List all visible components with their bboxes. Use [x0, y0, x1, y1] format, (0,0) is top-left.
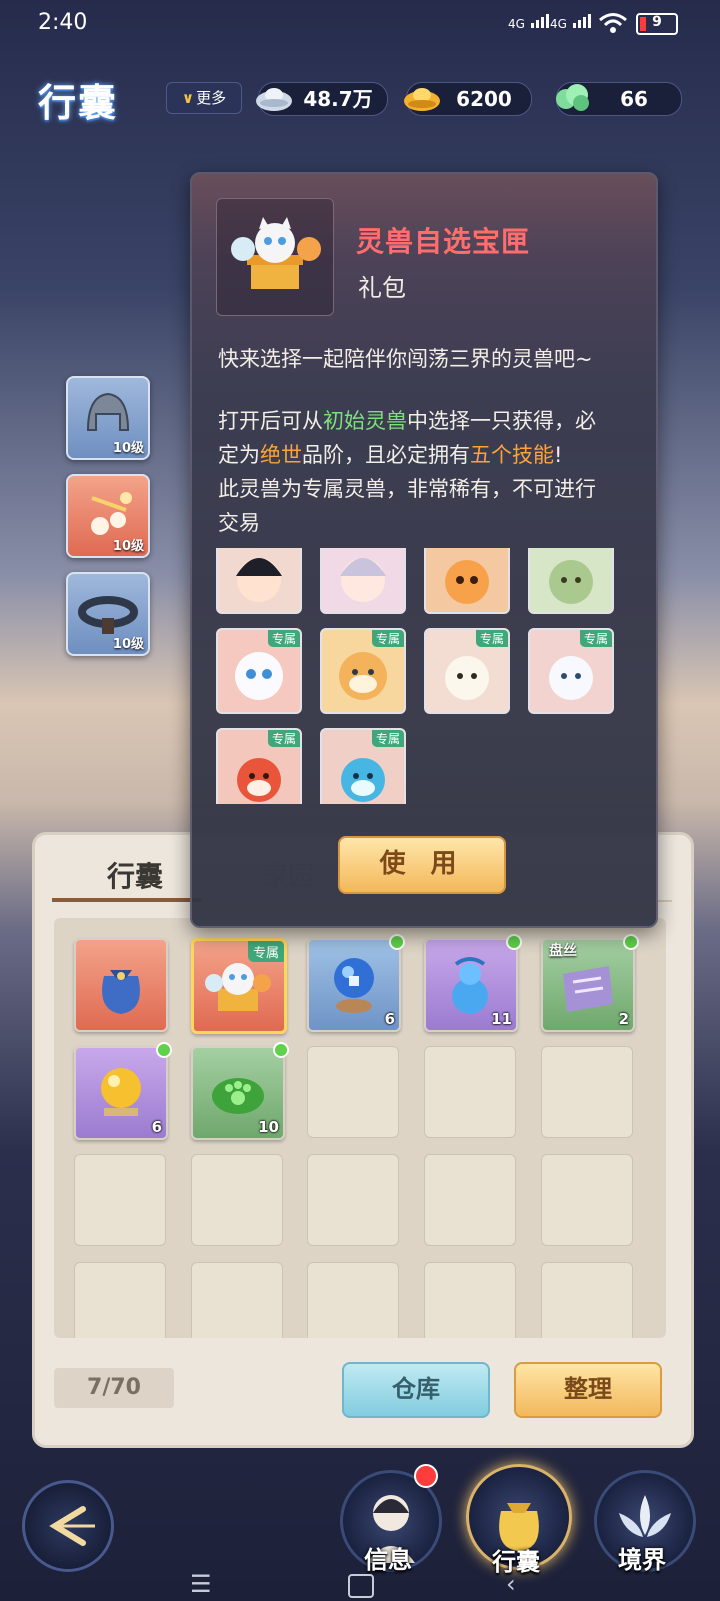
equip-slot-helmet[interactable]: 10级	[66, 376, 150, 460]
chevron-down-icon: ∨	[181, 89, 195, 107]
clock: 2:40	[38, 10, 88, 35]
item-grid: 专属 6 11 盘丝 2 6 10	[54, 918, 666, 1338]
empty-slot[interactable]	[307, 1154, 399, 1246]
empty-slot[interactable]	[191, 1262, 283, 1338]
sort-button[interactable]: 整理	[514, 1362, 662, 1418]
popup-item-icon	[216, 198, 334, 316]
pet-option[interactable]: 专属	[320, 628, 406, 714]
empty-slot[interactable]	[307, 1262, 399, 1338]
cloth-bag-icon	[102, 970, 140, 1014]
empty-slot[interactable]	[424, 1154, 516, 1246]
item-cloth-bag[interactable]	[74, 938, 168, 1032]
pet-option[interactable]	[216, 548, 302, 614]
pet-option[interactable]: 专属	[320, 728, 406, 804]
pet-option[interactable]	[424, 548, 510, 614]
pet-choice-list[interactable]: 专属 专属 专属 专属 专属 专属 专属	[216, 548, 636, 804]
new-badge	[273, 1042, 289, 1058]
pet-option[interactable]: 专属	[528, 548, 614, 614]
pet-box-icon	[231, 217, 321, 289]
equip-slot-belt[interactable]: 10级	[66, 572, 150, 656]
signal-1-icon: 4G	[508, 12, 551, 31]
battery-icon: 9	[636, 13, 678, 35]
pet-option[interactable]: 专属	[216, 728, 302, 804]
system-back-icon[interactable]: ‹	[506, 1570, 516, 1598]
item-golden-orb[interactable]: 6	[74, 1042, 172, 1140]
empty-slot[interactable]	[424, 1262, 516, 1338]
item-paw-leaf[interactable]: 10	[191, 1042, 289, 1140]
system-home-icon[interactable]	[348, 1574, 374, 1598]
popup-item-name: 灵兽自选宝匣	[356, 225, 531, 258]
currency-jade: 66	[556, 82, 682, 116]
currency-silver: 48.7万	[256, 82, 388, 116]
status-bar: 2:40 4G 4G 9	[0, 0, 720, 48]
new-badge	[506, 934, 522, 950]
jade-cloud-icon	[556, 84, 589, 111]
item-crystal-ball[interactable]: 6	[307, 934, 405, 1032]
tab-indicator	[52, 898, 202, 902]
pet-option[interactable]: 专属	[424, 628, 510, 714]
warehouse-button[interactable]: 仓库	[342, 1362, 490, 1418]
more-button[interactable]: ∨ 更多	[166, 82, 242, 114]
empty-slot[interactable]	[74, 1262, 166, 1338]
back-button[interactable]	[22, 1480, 114, 1572]
green-beast-icon	[549, 560, 593, 604]
fire-fox-icon	[445, 560, 489, 604]
empty-slot[interactable]	[307, 1046, 399, 1138]
empty-slot[interactable]	[541, 1154, 633, 1246]
item-gourd[interactable]: 11	[424, 934, 522, 1032]
pet-girl-icon	[236, 558, 282, 602]
popup-desc-body: 打开后可从初始灵兽中选择一只获得，必 定为绝世品阶，且必定拥有五个技能! 此灵兽…	[218, 409, 596, 535]
nav-realm-label: 境界	[618, 1546, 666, 1574]
pet-girl-icon	[340, 558, 386, 602]
back-arrow-icon	[49, 1506, 95, 1546]
signal-2-icon: 4G	[550, 12, 593, 31]
empty-slot[interactable]	[541, 1046, 633, 1138]
empty-slot[interactable]	[424, 1046, 516, 1138]
currency-gold: 6200	[404, 82, 532, 116]
item-pet-box[interactable]: 专属	[191, 938, 287, 1034]
pet-option[interactable]	[320, 548, 406, 614]
popup-desc-intro: 快来选择一起陪伴你闯荡三界的灵兽吧~	[218, 347, 593, 371]
use-button[interactable]: 使 用	[338, 836, 506, 894]
bag-capacity: 7/70	[54, 1368, 174, 1408]
popup-item-type: 礼包	[358, 274, 406, 302]
pet-option[interactable]: 专属	[216, 628, 302, 714]
new-badge	[389, 934, 405, 950]
equip-slot-accessory[interactable]: 10级	[66, 474, 150, 558]
new-badge	[623, 934, 639, 950]
page-title: 行囊	[38, 81, 119, 125]
nav-info-label: 信息	[364, 1546, 412, 1574]
tab-bag[interactable]: 行囊	[70, 852, 200, 902]
wifi-icon	[599, 13, 627, 33]
new-badge	[156, 1042, 172, 1058]
item-scroll[interactable]: 盘丝 2	[541, 934, 639, 1032]
gold-ingot-icon	[404, 88, 440, 111]
pet-option[interactable]: 专属	[528, 628, 614, 714]
silver-ingot-icon	[256, 88, 292, 111]
empty-slot[interactable]	[541, 1262, 633, 1338]
notification-badge	[414, 1464, 438, 1488]
empty-slot[interactable]	[74, 1154, 166, 1246]
system-menu-icon[interactable]: ☰	[190, 1570, 212, 1598]
nav-bag-label: 行囊	[492, 1548, 540, 1576]
empty-slot[interactable]	[191, 1154, 283, 1246]
